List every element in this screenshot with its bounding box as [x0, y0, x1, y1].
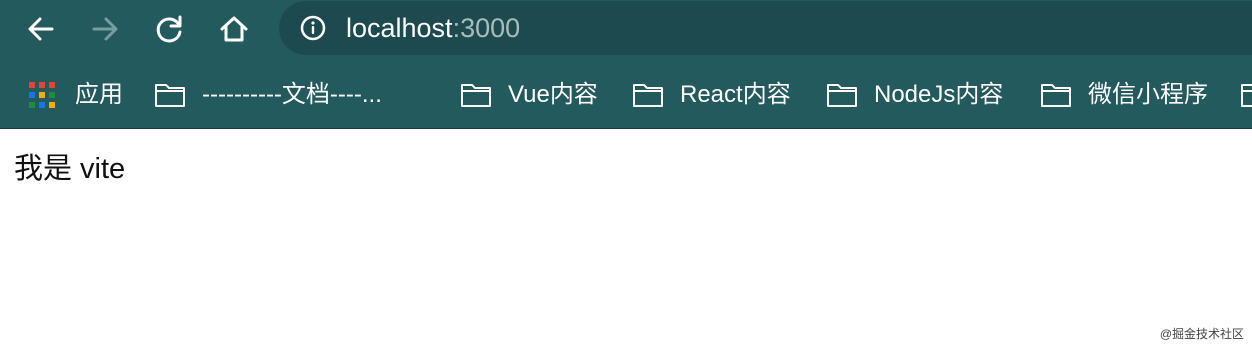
- address-bar[interactable]: localhost:3000: [279, 1, 1252, 55]
- bookmark-label: 应用: [75, 81, 123, 108]
- home-icon: [220, 16, 248, 42]
- arrow-left-icon: [28, 17, 54, 41]
- bookmark-label: NodeJs内容: [874, 81, 1004, 108]
- folder-icon: [633, 84, 663, 107]
- url-text[interactable]: localhost:3000: [346, 12, 520, 44]
- chrome-divider: [0, 128, 1252, 129]
- browser-chrome: localhost:3000 应用 ----------文档----... Vu…: [0, 0, 1252, 129]
- reload-icon: [156, 15, 182, 43]
- page-content-text: 我是 vite: [14, 153, 126, 185]
- folder-icon: [827, 84, 857, 107]
- bookmark-apps[interactable]: 应用: [28, 80, 123, 110]
- url-host: localhost: [346, 13, 453, 43]
- reload-button[interactable]: [149, 8, 191, 50]
- bookmark-folder-react[interactable]: React内容: [632, 80, 791, 110]
- bookmark-folder-nodejs[interactable]: NodeJs内容: [826, 80, 1003, 110]
- folder-icon: [1041, 84, 1071, 107]
- forward-button[interactable]: [84, 8, 126, 50]
- home-button[interactable]: [213, 8, 255, 50]
- folder-icon: [155, 84, 185, 107]
- arrow-right-icon: [92, 17, 118, 41]
- folder-icon: [461, 84, 491, 107]
- back-button[interactable]: [20, 8, 62, 50]
- folder-icon: [1241, 84, 1252, 107]
- bookmark-label: 微信小程序: [1088, 81, 1208, 108]
- bookmark-folder-overflow[interactable]: [1240, 80, 1252, 110]
- bookmarks-bar: 应用 ----------文档----... Vue内容 React内容 Nod…: [0, 66, 1252, 124]
- bookmark-folder-vue[interactable]: Vue内容: [460, 80, 598, 110]
- bookmark-label: ----------文档----...: [202, 81, 382, 108]
- bookmark-folder-miniprogram[interactable]: 微信小程序: [1040, 80, 1208, 110]
- bookmark-label: React内容: [680, 81, 791, 108]
- url-port: :3000: [452, 13, 521, 43]
- bookmark-folder-docs[interactable]: ----------文档----...: [154, 80, 382, 110]
- watermark: @掘金技术社区: [1159, 327, 1244, 341]
- browser-toolbar: localhost:3000: [0, 0, 1252, 58]
- bookmark-label: Vue内容: [508, 81, 598, 108]
- apps-grid-icon: [29, 82, 55, 108]
- info-circle-icon[interactable]: [300, 15, 326, 41]
